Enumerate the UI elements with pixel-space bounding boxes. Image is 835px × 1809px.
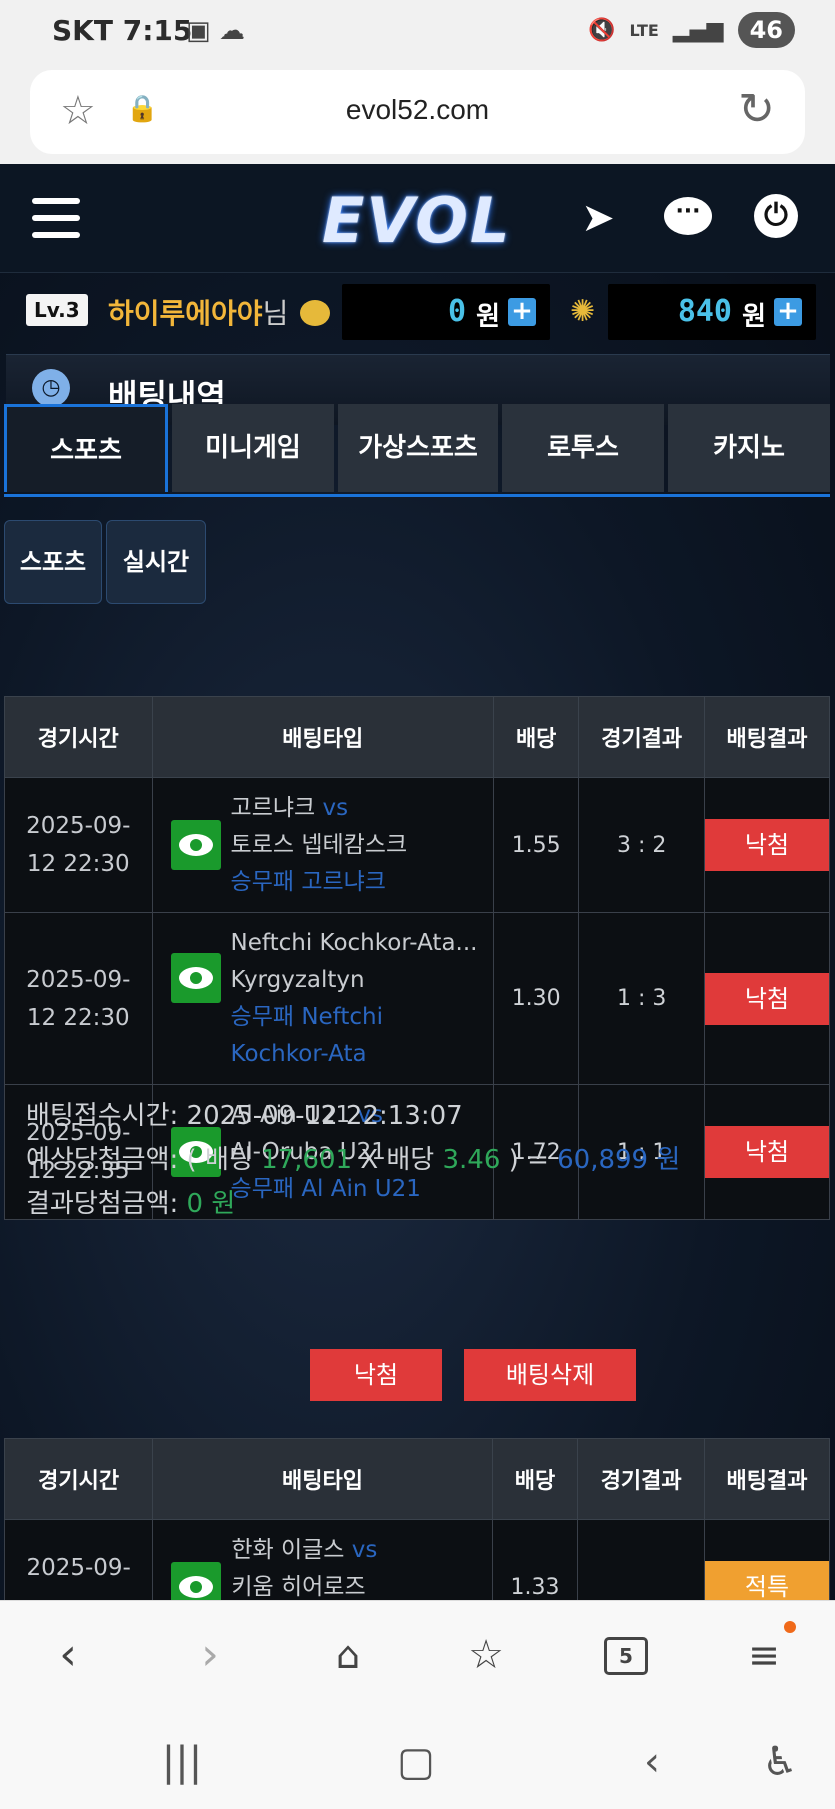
site-logo[interactable]: EVOL <box>322 184 511 257</box>
cash-balance: 0 원 + <box>342 284 550 340</box>
home-button-icon[interactable]: ▢ <box>386 1732 446 1792</box>
table-row: 2025-09- 12 22:30 고르냐크 vs 토로스 넵테캄스크 승무패 고… <box>4 777 831 913</box>
bet-result-badge: 낙첨 <box>704 819 829 871</box>
point-convert-button[interactable]: + <box>774 298 802 326</box>
hamburger-icon[interactable] <box>32 198 80 238</box>
col-header-time: 경기시간 <box>4 696 153 778</box>
network-label: LTE <box>629 20 659 40</box>
coin-icon <box>300 300 330 326</box>
url-bar[interactable]: ☆ 🔒 evol52.com ↻ <box>30 70 805 154</box>
bet-type: Neftchi Kochkor-Ata... Kyrgyzaltyn 승무패 N… <box>151 912 494 1085</box>
col-header-score: 경기결과 <box>578 696 705 778</box>
chip-icon: ✺ <box>570 294 596 329</box>
bet-status-button[interactable]: 낙첨 <box>310 1349 442 1401</box>
system-nav-bar: ||| ▢ ‹ ♿ <box>0 1706 835 1809</box>
eye-icon[interactable] <box>170 820 221 870</box>
bet-type: 고르냐크 vs 토로스 넵테캄스크 승무패 고르냐크 <box>151 777 494 913</box>
bet-result-badge: 낙첨 <box>704 1126 829 1178</box>
back-icon[interactable]: ‹ <box>38 1625 98 1685</box>
subtab-sports[interactable]: 스포츠 <box>4 520 102 604</box>
tab-sports[interactable]: 스포츠 <box>4 404 168 492</box>
browser-toolbar: ☆ 🔒 evol52.com ↻ <box>0 66 835 164</box>
tab-casino[interactable]: 카지노 <box>668 404 830 492</box>
level-badge: Lv.3 <box>26 294 88 326</box>
match-score: 1 : 3 <box>578 912 705 1085</box>
reload-icon[interactable]: ↻ <box>738 84 775 135</box>
signal-icon: ▂▄▆ <box>672 17 724 43</box>
chat-icon[interactable]: ··· <box>664 197 712 235</box>
bet-result-cell: 적특 <box>703 1519 831 1600</box>
tab-minigame[interactable]: 미니게임 <box>172 404 334 492</box>
col-header-odds: 배당 <box>492 696 580 778</box>
bet-result-cell: 낙첨 <box>703 912 831 1085</box>
bet-history-table-2: 경기시간 배팅타입 배당 경기결과 배팅결과 2025-09- 한화 이글스 v… <box>3 1438 831 1600</box>
power-icon[interactable]: ⏻ <box>754 194 798 238</box>
bet-type: 한화 이글스 vs 키움 히어로즈 <box>152 1519 493 1600</box>
tabs-button[interactable]: 5 <box>604 1637 648 1675</box>
match-time: 2025-09- <box>3 1519 154 1600</box>
tab-lotus[interactable]: 로투스 <box>502 404 664 492</box>
notification-dot <box>784 1621 796 1633</box>
point-value: 840 <box>677 294 732 329</box>
col-header-type: 배팅타입 <box>151 696 494 778</box>
result-winnings: 결과당첨금액: 0 원 <box>26 1189 236 1219</box>
point-currency: 원 <box>742 302 766 332</box>
accessibility-icon[interactable]: ♿ <box>750 1732 810 1792</box>
table-header-row: 경기시간 배팅타입 배당 경기결과 배팅결과 <box>4 696 831 778</box>
table-row: 2025-09- 12 22:30 Neftchi Kochkor-Ata... … <box>4 912 831 1085</box>
cash-charge-button[interactable]: + <box>508 298 536 326</box>
history-icon: ◷ <box>32 369 70 407</box>
odds-value: 1.55 <box>492 777 580 913</box>
bet-summary: 배팅접수시간: 2025-09-12 22:13:07 예상당첨금액: ( 배팅… <box>26 1094 680 1226</box>
subtab-live[interactable]: 실시간 <box>106 520 206 604</box>
col-header-type: 배팅타입 <box>152 1438 493 1520</box>
odds-value: 1.33 <box>491 1519 579 1600</box>
expected-winnings: 예상당첨금액: ( 배팅 17,601 X 배당 3.46 ) = 60,899… <box>26 1145 681 1175</box>
user-info-row: Lv.3 하이루에아야님 0 원 + ✺ 840 원 + <box>0 280 835 344</box>
bet-result-badge: 적특 <box>704 1561 829 1600</box>
system-back-icon[interactable]: ‹ <box>622 1732 682 1792</box>
match-time: 2025-09- 12 22:30 <box>4 777 153 913</box>
bet-result-cell: 낙첨 <box>703 777 831 913</box>
col-header-odds: 배당 <box>491 1438 579 1520</box>
status-notification-icons: ▣ ☁ <box>186 16 245 46</box>
recent-apps-icon[interactable]: ||| <box>152 1732 212 1792</box>
tab-virtual-sports[interactable]: 가상스포츠 <box>338 404 498 492</box>
delete-bet-button[interactable]: 배팅삭제 <box>464 1349 636 1401</box>
bookmarks-icon[interactable]: ☆ <box>456 1625 516 1685</box>
site-header: EVOL ➤ ··· ⏻ <box>0 164 835 273</box>
telegram-icon[interactable]: ➤ <box>574 194 622 242</box>
status-carrier-time: SKT 7:15 <box>52 14 193 47</box>
user-name: 하이루에아야님 <box>108 297 289 330</box>
cash-value: 0 <box>447 294 466 329</box>
menu-icon[interactable]: ≡ <box>734 1625 794 1685</box>
battery-indicator: 46 <box>737 12 795 48</box>
home-icon[interactable]: ⌂ <box>318 1625 378 1685</box>
eye-icon[interactable] <box>170 953 221 1003</box>
col-header-time: 경기시간 <box>3 1438 154 1520</box>
cash-currency: 원 <box>476 302 500 332</box>
received-time: 배팅접수시간: 2025-09-12 22:13:07 <box>26 1101 463 1131</box>
status-bar: SKT 7:15 ▣ ☁ 🔇 LTE ▂▄▆ 46 <box>0 0 835 66</box>
match-score <box>577 1519 705 1600</box>
point-balance: 840 원 + <box>608 284 816 340</box>
browser-bottom-nav: ‹ › ⌂ ☆ 5 ≡ <box>0 1600 835 1707</box>
bet-category-tabs: 스포츠 미니게임 가상스포츠 로투스 카지노 <box>4 404 830 497</box>
url-text[interactable]: evol52.com <box>30 94 805 126</box>
web-page: EVOL ➤ ··· ⏻ Lv.3 하이루에아야님 0 원 + ✺ 840 원 … <box>0 164 835 1600</box>
table-header-row: 경기시간 배팅타입 배당 경기결과 배팅결과 <box>3 1438 831 1520</box>
match-time: 2025-09- 12 22:30 <box>4 912 153 1085</box>
col-header-score: 경기결과 <box>577 1438 705 1520</box>
mute-icon: 🔇 <box>588 17 616 43</box>
bet-result-cell: 낙첨 <box>703 1084 831 1220</box>
match-score: 3 : 2 <box>578 777 705 913</box>
table-row: 2025-09- 한화 이글스 vs 키움 히어로즈 1.33 적특 <box>3 1519 831 1600</box>
bet-result-badge: 낙첨 <box>704 972 829 1025</box>
odds-value: 1.30 <box>492 912 580 1085</box>
forward-icon[interactable]: › <box>180 1625 240 1685</box>
col-header-result: 배팅결과 <box>703 696 831 778</box>
col-header-result: 배팅결과 <box>703 1438 831 1520</box>
eye-icon[interactable] <box>171 1562 222 1600</box>
